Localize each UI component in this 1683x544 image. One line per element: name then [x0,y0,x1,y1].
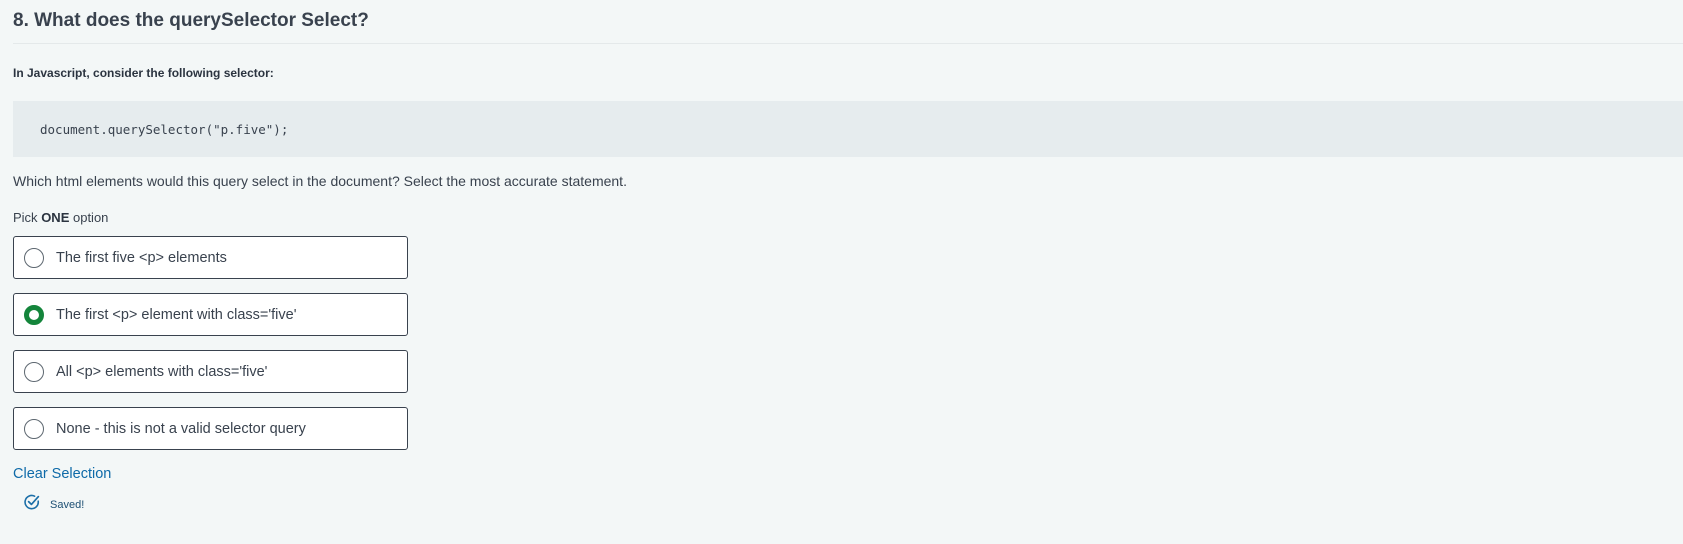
option-label: None - this is not a valid selector quer… [56,420,306,437]
code-snippet: document.querySelector("p.five"); [40,121,289,137]
option-label: The first <p> element with class='five' [56,306,297,323]
option-label: The first five <p> elements [56,249,227,266]
pick-suffix: option [72,210,109,225]
option-4[interactable]: None - this is not a valid selector quer… [13,407,408,450]
radio-button-icon[interactable] [24,418,44,439]
option-2[interactable]: The first <p> element with class='five' [13,293,408,336]
radio-button-icon[interactable] [24,304,44,325]
radio-button-icon[interactable] [24,247,44,268]
question-prompt: Which html elements would this query sel… [13,173,627,189]
question-page: 8. What does the querySelector Select? I… [0,0,1683,544]
option-3[interactable]: All <p> elements with class='five' [13,350,408,393]
code-block: document.querySelector("p.five"); [13,101,1683,157]
pick-instruction: Pick ONE option [13,209,1683,227]
title-divider [13,43,1683,44]
saved-label: Saved! [50,498,85,511]
option-1[interactable]: The first five <p> elements [13,236,408,279]
clear-selection-link[interactable]: Clear Selection [13,466,111,482]
check-circle-icon [23,493,41,516]
question-intro: In Javascript, consider the following se… [13,66,274,80]
question-title: 8. What does the querySelector Select? [13,10,369,31]
radio-button-icon[interactable] [24,361,44,382]
saved-status: Saved! [13,493,1683,516]
option-label: All <p> elements with class='five' [56,363,268,380]
pick-prefix: Pick [13,210,38,225]
pick-emphasis: ONE [41,210,70,225]
options-list: The first five <p> elements The first <p… [13,236,1683,450]
